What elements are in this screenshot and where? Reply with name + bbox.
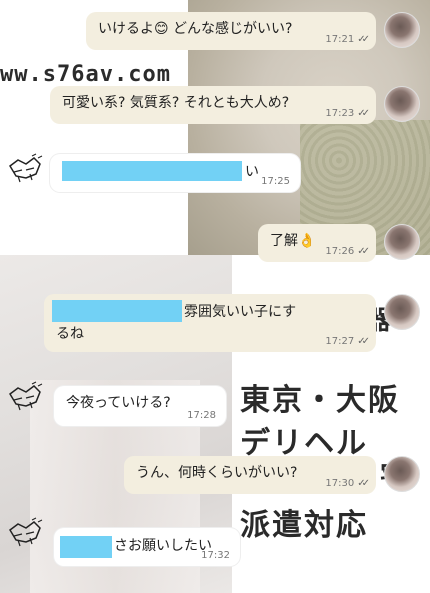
message-meta: 17:32	[201, 550, 230, 561]
message-meta: 17:28	[187, 410, 216, 421]
profile-avatar[interactable]	[384, 294, 420, 330]
contact-logo-icon[interactable]	[6, 152, 46, 188]
message-bubble-incoming[interactable]: 今夜っていける? 17:28	[54, 386, 226, 426]
message-text: 可愛い系? 気質系? それとも大人め?	[62, 95, 290, 111]
message-bubble-outgoing[interactable]: 雰囲気いい子にす るね 17:27 ✓✓	[44, 294, 376, 352]
message-text: 雰囲気いい子にす	[184, 304, 297, 320]
read-tick-icon: ✓✓	[357, 246, 370, 257]
message-text-line-2: るね	[56, 326, 84, 342]
profile-avatar[interactable]	[384, 224, 420, 260]
message-bubble-incoming[interactable]: さお願いしたい 17:32	[54, 528, 240, 566]
message-bubble-outgoing[interactable]: 了解👌 17:26 ✓✓	[258, 224, 376, 262]
message-bubble-incoming[interactable]: い 17:25	[50, 154, 300, 192]
read-tick-icon: ✓✓	[357, 336, 370, 347]
profile-avatar[interactable]	[384, 86, 420, 122]
read-tick-icon: ✓✓	[357, 34, 370, 45]
message-meta: 17:30 ✓✓	[325, 478, 370, 489]
profile-avatar[interactable]	[384, 456, 420, 492]
contact-logo-icon[interactable]	[6, 380, 46, 416]
message-bubble-outgoing[interactable]: いけるよ😊 どんな感じがいい? 17:21 ✓✓	[86, 12, 376, 50]
message-time: 17:32	[201, 550, 230, 561]
message-time: 17:25	[261, 176, 290, 187]
message-meta: 17:27 ✓✓	[325, 336, 370, 347]
message-text: い	[245, 164, 259, 180]
watermark-url: ww.s76av.com	[0, 62, 171, 87]
message-text: 今夜っていける?	[66, 395, 171, 411]
message-meta: 17:25	[261, 176, 290, 187]
message-text: うん、何時くらいがいい?	[136, 465, 298, 481]
contact-logo-icon[interactable]	[6, 516, 46, 552]
redaction-box	[60, 536, 112, 558]
redaction-box	[52, 300, 182, 322]
message-text: 了解👌	[270, 233, 316, 249]
read-tick-icon: ✓✓	[357, 108, 370, 119]
message-text: さお願いしたい	[114, 538, 212, 554]
message-meta: 17:26 ✓✓	[325, 246, 370, 257]
message-time: 17:27	[325, 336, 355, 347]
message-bubble-outgoing[interactable]: 可愛い系? 気質系? それとも大人め? 17:23 ✓✓	[50, 86, 376, 124]
redaction-box	[62, 161, 242, 181]
watermark-line-3: 派遣対応	[240, 508, 368, 543]
message-text: いけるよ😊 どんな感じがいい?	[98, 21, 293, 37]
message-bubble-outgoing[interactable]: うん、何時くらいがいい? 17:30 ✓✓	[124, 456, 376, 494]
message-time: 17:26	[325, 246, 355, 257]
watermark-line-1: 東京・大阪	[240, 383, 400, 418]
message-time: 17:28	[187, 410, 216, 421]
read-tick-icon: ✓✓	[357, 478, 370, 489]
message-meta: 17:21 ✓✓	[325, 34, 370, 45]
message-time: 17:23	[325, 108, 355, 119]
message-time: 17:30	[325, 478, 355, 489]
message-time: 17:21	[325, 34, 355, 45]
profile-avatar[interactable]	[384, 12, 420, 48]
message-meta: 17:23 ✓✓	[325, 108, 370, 119]
